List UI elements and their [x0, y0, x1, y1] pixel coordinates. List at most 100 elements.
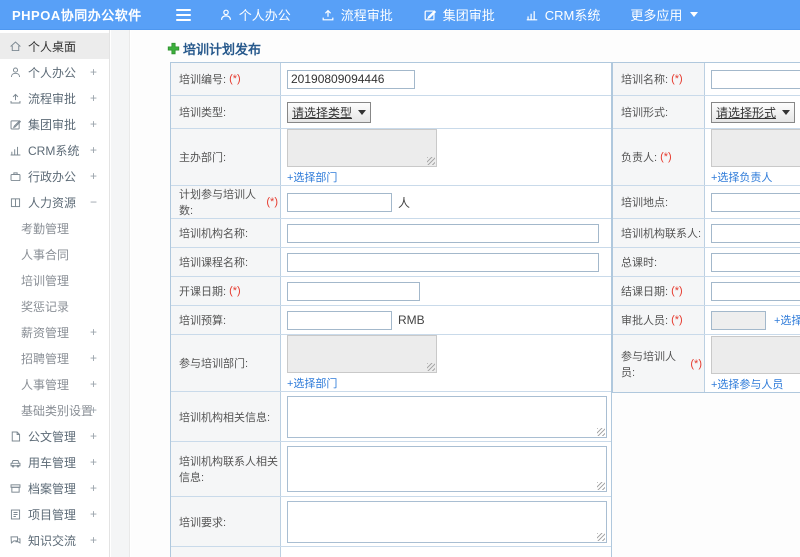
sidebar-item-hr-contract[interactable]: 人事合同 — [0, 241, 109, 267]
chart-icon — [526, 10, 538, 20]
required-mark: (*) — [660, 151, 672, 163]
edit-icon — [10, 119, 22, 129]
total-hours-input[interactable] — [711, 252, 800, 272]
field-label: 培训预算: — [179, 315, 227, 327]
nav-workflow-approval[interactable]: 流程审批 — [321, 5, 393, 24]
host-dept-box[interactable] — [287, 129, 437, 167]
training-name-input[interactable] — [711, 69, 800, 89]
org-contact-input[interactable] — [711, 223, 800, 243]
select-dept-link[interactable]: +选择部门 — [287, 375, 337, 391]
field-label: 参与培训人员: — [621, 350, 676, 379]
sidebar-item-base-category[interactable]: 基础类别设置 + — [0, 397, 109, 423]
sidebar-item-workflow-approval[interactable]: 流程审批 + — [0, 85, 109, 111]
training-type-select[interactable]: 请选择类型 — [287, 101, 372, 123]
training-form-select[interactable]: 请选择形式 — [711, 101, 796, 123]
training-location-input[interactable] — [711, 192, 800, 212]
row-person-in-charge: 负责人: (*) +选择负责人 — [613, 129, 800, 186]
field-label: 培训地点: — [621, 197, 669, 209]
nav-more-apps[interactable]: 更多应用 — [630, 5, 699, 24]
sidebar-item-training-mgmt[interactable]: 培训管理 — [0, 267, 109, 293]
sidebar-item-personal-desktop[interactable]: 个人桌面 — [0, 33, 109, 59]
caret-down-icon — [782, 109, 791, 115]
select-participants-link[interactable]: +选择参与人员 — [711, 376, 783, 392]
org-contact-info-textarea[interactable] — [287, 446, 607, 492]
sidebar-item-group-approval[interactable]: 集团审批 + — [0, 111, 109, 137]
upload-icon — [10, 93, 21, 103]
participant-count-input[interactable] — [287, 192, 392, 212]
training-no-input[interactable] — [287, 69, 415, 89]
required-mark: (*) — [229, 73, 241, 85]
book-icon — [10, 197, 21, 207]
archive-icon — [10, 483, 21, 493]
training-requirements-textarea[interactable] — [287, 500, 607, 543]
sidebar: 个人桌面 个人办公 + 流程审批 + 集团审批 + CRM系统 + 行政办公 + — [0, 30, 110, 557]
field-label: 培训机构相关信息: — [179, 411, 271, 424]
person-icon — [220, 9, 231, 20]
sidebar-item-archive-mgmt[interactable]: 档案管理 + — [0, 475, 109, 501]
page-title: 培训计划发布 — [167, 39, 261, 58]
participating-dept-box[interactable] — [287, 335, 437, 373]
row-training-form: 培训形式: 请选择形式 — [613, 96, 800, 129]
sidebar-item-personal-office[interactable]: 个人办公 + — [0, 59, 109, 85]
row-org-contact-info: 培训机构联系人相关信息: — [171, 442, 611, 497]
sidebar-item-admin-office[interactable]: 行政办公 + — [0, 163, 109, 189]
select-approver-link[interactable]: +选择审批人 — [774, 312, 800, 328]
sidebar-item-salary-mgmt[interactable]: 薪资管理 + — [0, 319, 109, 345]
field-label: 培训机构联系人: — [621, 228, 702, 240]
sidebar-item-recruit-mgmt[interactable]: 招聘管理 + — [0, 345, 109, 371]
row-training-type: 培训类型: 请选择类型 — [171, 96, 611, 129]
select-dept-link[interactable]: +选择部门 — [287, 169, 337, 185]
row-attachment: 附件文档: +附件上传 — [171, 547, 611, 557]
required-mark: (*) — [229, 285, 241, 297]
budget-input[interactable] — [287, 310, 392, 330]
field-label: 培训机构名称: — [179, 228, 249, 240]
required-mark: (*) — [266, 196, 278, 208]
currency-suffix: RMB — [398, 313, 425, 327]
chart-icon — [10, 146, 21, 155]
field-label: 培训要求: — [179, 516, 227, 529]
nav-crm-system[interactable]: CRM系统 — [525, 5, 600, 24]
sidebar-item-vehicle-mgmt[interactable]: 用车管理 + — [0, 449, 109, 475]
app-logo: PHPOA协同办公软件 — [12, 8, 142, 23]
course-name-input[interactable] — [287, 252, 599, 272]
nav-personal-office[interactable]: 个人办公 — [219, 5, 291, 24]
clipboard-icon — [10, 509, 21, 519]
training-participants-box[interactable] — [711, 335, 800, 374]
row-org-info: 培训机构相关信息: — [171, 392, 611, 442]
approver-input[interactable] — [711, 310, 766, 330]
row-training-participants: 参与培训人员: (*) +选择参与人员 — [613, 335, 800, 392]
select-person-link[interactable]: +选择负责人 — [711, 169, 772, 185]
main-content: 培训计划发布 培训编号:(*) 培训类型: 请选择类型 主办部门: — [131, 30, 800, 557]
caret-down-icon — [358, 109, 367, 115]
org-info-textarea[interactable] — [287, 395, 607, 438]
sidebar-item-knowledge-exchange[interactable]: 知识交流 + — [0, 527, 109, 553]
form-left-table: 培训编号:(*) 培训类型: 请选择类型 主办部门: +选择部门 — [170, 62, 612, 557]
field-label: 培训机构联系人相关信息: — [179, 456, 278, 484]
upload-icon — [322, 9, 334, 20]
person-in-charge-box[interactable] — [711, 129, 800, 167]
sidebar-item-attendance-mgmt[interactable]: 考勤管理 — [0, 215, 109, 241]
sidebar-item-project-mgmt[interactable]: 项目管理 + — [0, 501, 109, 527]
sidebar-item-crm-system[interactable]: CRM系统 + — [0, 137, 109, 163]
field-label: 培训类型: — [179, 107, 227, 119]
field-label: 审批人员: — [621, 315, 669, 327]
row-org-name: 培训机构名称: — [171, 219, 611, 248]
form-right-table: 培训名称: (*) 培训形式: 请选择形式 负责人: (*) +选择负责人 培训… — [612, 62, 800, 393]
start-date-input[interactable] — [287, 281, 420, 301]
unit-suffix: 人 — [398, 195, 411, 210]
nav-group-approval[interactable]: 集团审批 — [423, 5, 495, 24]
row-training-name: 培训名称: (*) — [613, 63, 800, 96]
hamburger-menu-icon[interactable] — [175, 8, 191, 21]
row-org-contact: 培训机构联系人: — [613, 219, 800, 248]
green-plus-icon — [167, 42, 180, 55]
top-navigation: 个人办公 流程审批 集团审批 CRM系统 更多应用 — [219, 5, 699, 24]
sidebar-item-document-mgmt[interactable]: 公文管理 + — [0, 423, 109, 449]
required-mark: (*) — [671, 285, 683, 297]
sidebar-item-personnel-mgmt[interactable]: 人事管理 + — [0, 371, 109, 397]
sidebar-item-reward-record[interactable]: 奖惩记录 — [0, 293, 109, 319]
required-mark: (*) — [671, 314, 683, 326]
sidebar-item-human-resources[interactable]: 人力资源 − — [0, 189, 109, 215]
field-label: 培训形式: — [621, 107, 669, 119]
end-date-input[interactable] — [711, 281, 800, 301]
org-name-input[interactable] — [287, 223, 599, 243]
